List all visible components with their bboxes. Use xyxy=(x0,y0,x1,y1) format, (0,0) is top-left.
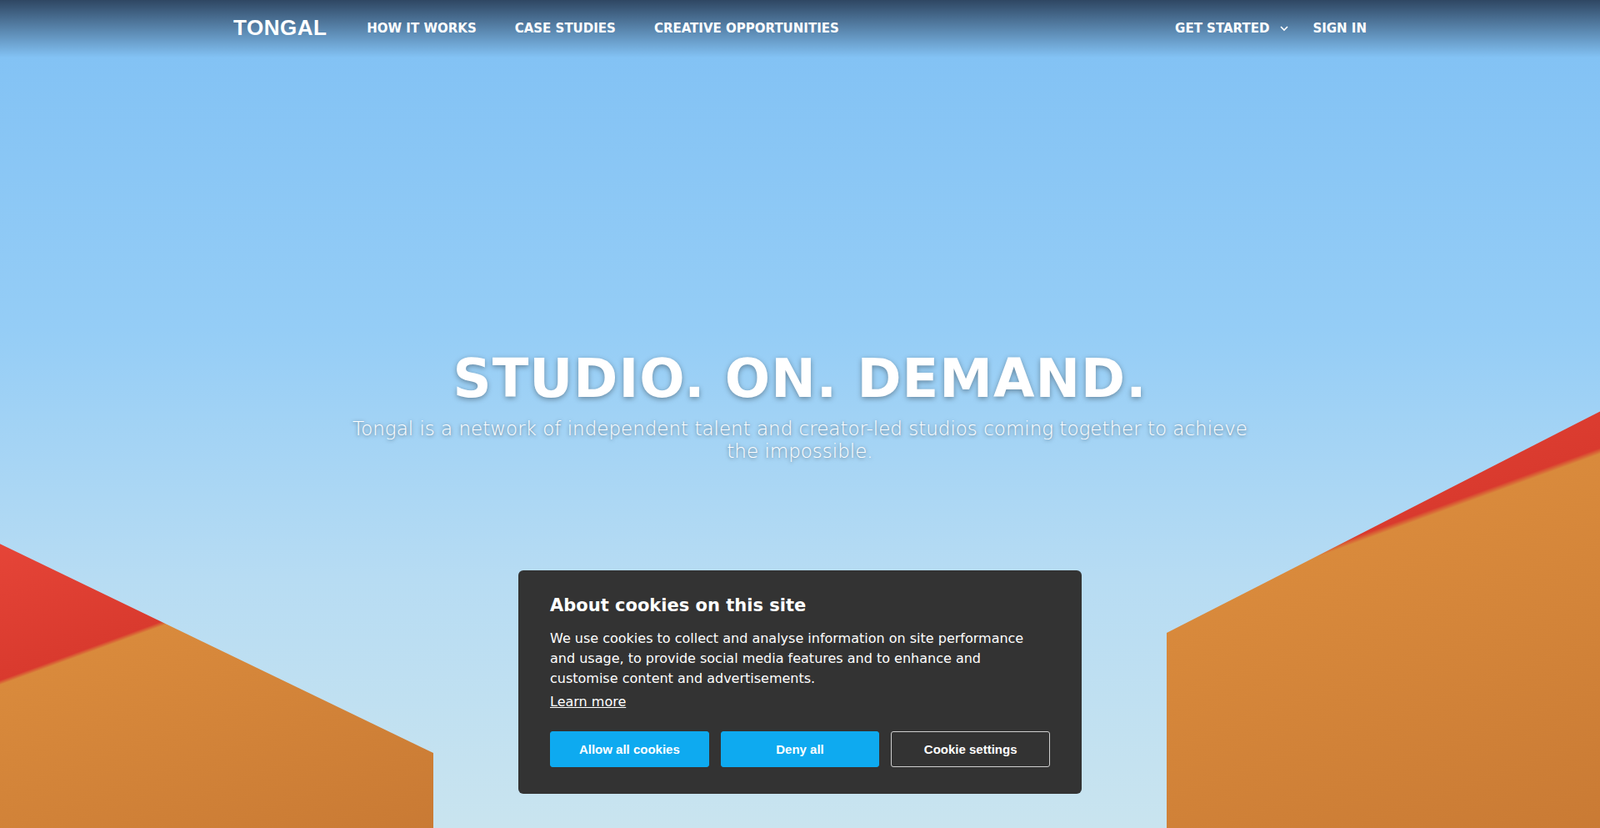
nav-link[interactable]: CREATIVE OPPORTUNITIES xyxy=(654,20,840,36)
cookie-title: About cookies on this site xyxy=(550,595,1050,615)
video-frame-shape xyxy=(0,527,434,828)
top-nav: TONGAL HOW IT WORKS CASE STUDIES CREATIVE O… xyxy=(0,0,1600,58)
get-started-menu[interactable]: GET STARTED xyxy=(1175,20,1290,36)
sign-in-link[interactable]: SIGN IN xyxy=(1312,20,1367,36)
video-frame-shape xyxy=(1166,394,1600,828)
nav-link[interactable]: HOW IT WORKS xyxy=(366,20,476,36)
chevron-down-icon xyxy=(1279,23,1290,34)
hero-title: STUDIO. ON. DEMAND. xyxy=(453,347,1148,410)
learn-more-link[interactable]: Learn more xyxy=(550,693,626,710)
cookie-button[interactable]: Cookie settings xyxy=(890,730,1050,767)
page: TONGAL HOW IT WORKS CASE STUDIES CREATIVE O… xyxy=(0,0,1600,828)
cookie-button[interactable]: Deny all xyxy=(720,730,880,767)
cookie-button[interactable]: Allow all cookies xyxy=(550,730,710,767)
hero-subtitle: Tongal is a network of independent talen… xyxy=(350,417,1250,463)
cookie-banner: About cookies on this site We use cookies… xyxy=(518,570,1082,794)
logo[interactable]: TONGAL xyxy=(233,15,327,41)
cookie-buttons: Allow all cookies Deny all Cookie settings xyxy=(550,730,1050,767)
nav-link[interactable]: CASE STUDIES xyxy=(515,20,616,36)
cookie-text: We use cookies to collect and analyse in… xyxy=(550,628,1050,689)
